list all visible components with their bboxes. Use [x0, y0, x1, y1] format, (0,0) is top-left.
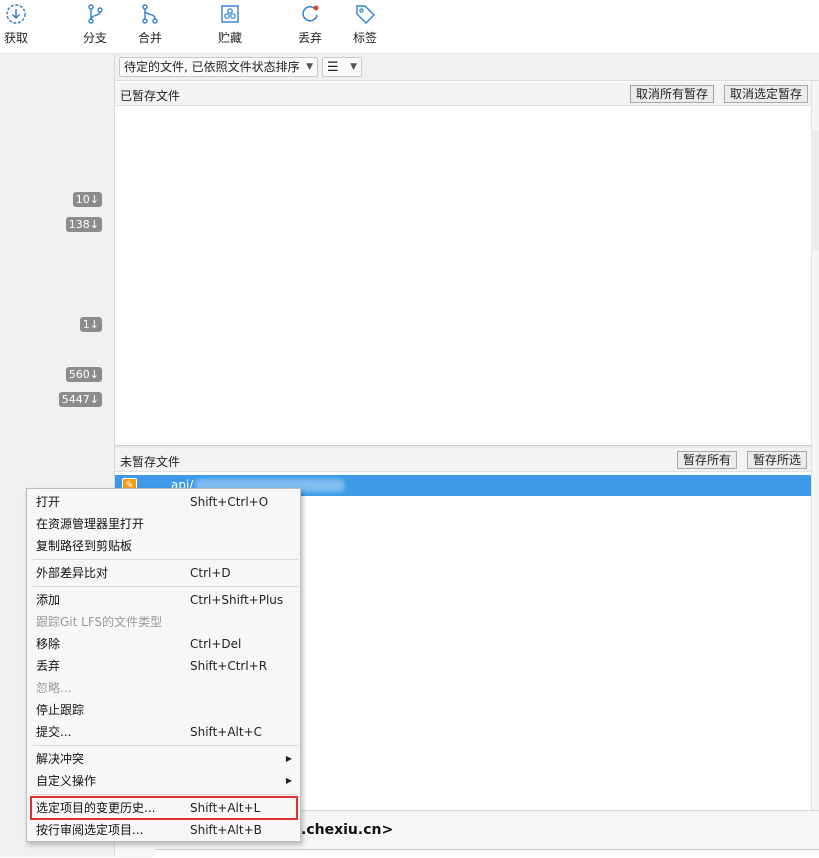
menu-item-label: 跟踪Git LFS的文件类型	[36, 615, 163, 629]
merge-button[interactable]: 合并	[137, 3, 163, 51]
behind-count-badge: 560↓	[65, 367, 102, 382]
menu-item-commit[interactable]: 提交... Shift+Alt+C	[27, 721, 300, 743]
filter-bar: 待定的文件, 已依照文件状态排序 ▼ ☰ ▼	[115, 54, 819, 81]
menu-item-discard[interactable]: 丢弃 Shift+Ctrl+R	[27, 655, 300, 677]
chevron-down-icon: ▼	[306, 62, 313, 72]
unstaged-files-title: 未暂存文件	[120, 455, 181, 469]
chevron-down-icon: ▼	[350, 62, 357, 72]
staged-files-list[interactable]	[115, 106, 811, 445]
menu-item-open-in-explorer[interactable]: 在资源管理器里打开	[27, 513, 300, 535]
menu-item-shortcut: Shift+Ctrl+O	[190, 495, 269, 509]
branch-button[interactable]: 分支	[82, 3, 108, 51]
file-sort-dropdown[interactable]: 待定的文件, 已依照文件状态排序 ▼	[119, 57, 318, 77]
menu-item-open[interactable]: 打开 Shift+Ctrl+O	[27, 491, 300, 513]
menu-item-shortcut: Ctrl+D	[190, 566, 231, 580]
menu-item-shortcut: Shift+Alt+B	[190, 823, 262, 837]
menu-item-external-diff[interactable]: 外部差异比对 Ctrl+D	[27, 562, 300, 584]
merge-icon	[142, 4, 158, 24]
branch-icon	[88, 4, 103, 24]
menu-item-label: 外部差异比对	[36, 566, 109, 580]
menu-item-copy-path[interactable]: 复制路径到剪贴板	[27, 535, 300, 557]
staged-files-title: 已暂存文件	[120, 89, 181, 103]
menu-item-label: 添加	[36, 593, 61, 607]
menu-item-label: 提交...	[36, 725, 72, 739]
menu-item-blame-selected[interactable]: 按行审阅选定项目... Shift+Alt+B	[27, 819, 300, 841]
view-mode-dropdown[interactable]: ☰ ▼	[322, 57, 362, 77]
behind-count-badge: 10↓	[72, 192, 102, 207]
menu-item-label: 移除	[36, 637, 61, 651]
file-sort-label: 待定的文件, 已依照文件状态排序	[124, 60, 300, 74]
unstage-selected-button[interactable]: 取消选定暂存	[724, 85, 809, 103]
toolbar: 获取 分支 合并 贮藏 丢弃 标签	[0, 0, 819, 54]
highlight-box	[30, 796, 298, 820]
menu-item-label: 解决冲突	[36, 752, 85, 766]
tag-label: 标签	[352, 31, 377, 45]
menu-item-label: 停止跟踪	[36, 703, 85, 717]
menu-separator	[33, 794, 298, 795]
menu-item-shortcut: Shift+Alt+C	[190, 725, 263, 739]
fetch-icon	[6, 4, 26, 24]
menu-separator	[33, 559, 298, 560]
merge-label: 合并	[137, 31, 162, 45]
stage-all-button[interactable]: 暂存所有	[677, 451, 738, 469]
menu-item-label: 在资源管理器里打开	[36, 517, 145, 531]
fetch-label: 获取	[3, 31, 28, 45]
list-icon: ☰	[327, 60, 339, 75]
discard-button[interactable]: 丢弃	[297, 3, 323, 51]
menu-item-shortcut: Ctrl+Shift+Plus	[190, 593, 284, 607]
behind-count-badge: 5447↓	[58, 392, 102, 407]
menu-item-label: 复制路径到剪贴板	[36, 539, 133, 553]
menu-item-add[interactable]: 添加 Ctrl+Shift+Plus	[27, 589, 300, 611]
behind-count-badge: 138↓	[65, 217, 102, 232]
discard-icon	[302, 5, 319, 22]
context-menu: 打开 Shift+Ctrl+O 在资源管理器里打开 复制路径到剪贴板 外部差异比…	[26, 488, 301, 842]
unstage-all-button[interactable]: 取消所有暂存	[630, 85, 715, 103]
submenu-arrow-icon: ▶	[285, 754, 292, 763]
menu-separator	[33, 745, 298, 746]
behind-count-badge: 1↓	[79, 317, 102, 332]
menu-item-label: 自定义操作	[36, 774, 97, 788]
stage-selected-button[interactable]: 暂存所选	[747, 451, 808, 469]
menu-item-label: 打开	[36, 495, 61, 509]
menu-item-custom-actions[interactable]: 自定义操作 ▶	[27, 770, 300, 792]
menu-separator	[33, 586, 298, 587]
menu-item-label: 忽略...	[36, 681, 72, 695]
scrollbar-thumb[interactable]	[811, 130, 819, 250]
menu-item-shortcut: Shift+Ctrl+R	[190, 659, 268, 673]
author-email: .chexiu.cn>	[301, 822, 394, 838]
tag-icon	[356, 5, 375, 24]
stash-button[interactable]: 贮藏	[217, 3, 243, 51]
submenu-arrow-icon: ▶	[285, 776, 292, 785]
stash-label: 贮藏	[217, 31, 242, 45]
menu-item-remove[interactable]: 移除 Ctrl+Del	[27, 633, 300, 655]
menu-item-label: 丢弃	[36, 659, 61, 673]
stash-icon	[221, 5, 239, 23]
menu-item-ignore: 忽略...	[27, 677, 300, 699]
menu-item-resolve-conflicts[interactable]: 解决冲突 ▶	[27, 748, 300, 770]
staged-files-header: 已暂存文件 取消所有暂存 取消选定暂存	[115, 82, 811, 106]
branch-label: 分支	[82, 31, 107, 45]
tag-button[interactable]: 标签	[352, 3, 378, 51]
fetch-button[interactable]: 获取	[2, 3, 30, 51]
menu-item-track-lfs: 跟踪Git LFS的文件类型	[27, 611, 300, 633]
menu-item-shortcut: Ctrl+Del	[190, 637, 242, 651]
menu-item-label: 按行审阅选定项目...	[36, 823, 144, 837]
menu-item-stop-tracking[interactable]: 停止跟踪	[27, 699, 300, 721]
unstaged-files-header: 未暂存文件 暂存所有 暂存所选	[115, 448, 811, 472]
discard-label: 丢弃	[297, 31, 322, 45]
